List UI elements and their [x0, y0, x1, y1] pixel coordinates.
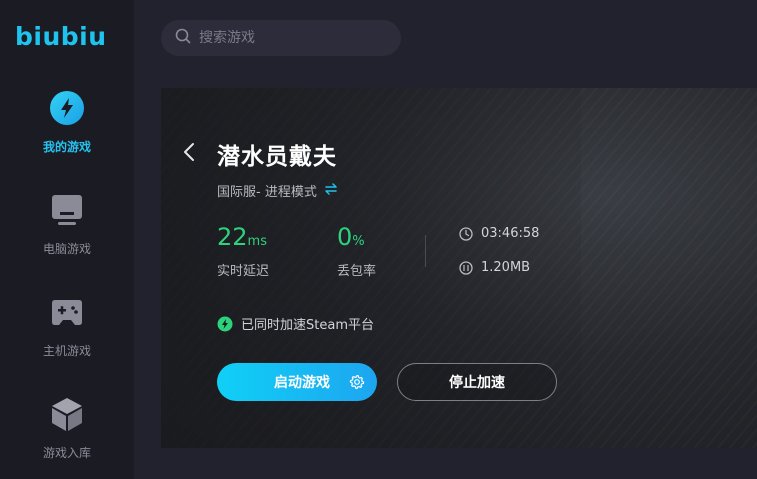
- server-mode-label: 国际服- 进程模式: [217, 185, 317, 200]
- sidebar-item-console-games[interactable]: 主机游戏: [0, 294, 134, 374]
- traffic-icon: [459, 260, 473, 275]
- start-game-button[interactable]: 启动游戏: [217, 363, 377, 401]
- search-icon: [175, 28, 191, 48]
- stop-boost-button[interactable]: 停止加速: [397, 363, 557, 401]
- monitor-icon: [49, 192, 85, 228]
- clock-icon: [459, 226, 473, 241]
- cube-icon: [49, 396, 85, 432]
- sidebar: biubiu 我的游戏 电脑游戏 主机游戏 游戏入库: [0, 0, 134, 479]
- sidebar-item-game-library[interactable]: 游戏入库: [0, 396, 134, 476]
- steam-notice: 已同时加速Steam平台: [217, 314, 374, 333]
- sidebar-item-my-games[interactable]: 我的游戏: [0, 90, 134, 170]
- lightning-icon: [49, 90, 85, 126]
- back-icon[interactable]: [179, 140, 199, 164]
- traffic-row: 1.20MB: [459, 260, 530, 275]
- game-card: 潜水员戴夫 国际服- 进程模式 22ms 实时延迟 0% 丢包率 03:46:5…: [161, 88, 757, 448]
- packet-loss-value: 0%: [337, 223, 365, 251]
- app-logo[interactable]: biubiu: [15, 22, 107, 51]
- latency-label: 实时延迟: [217, 264, 270, 279]
- stop-boost-label: 停止加速: [449, 375, 505, 391]
- game-title: 潜水员戴夫: [217, 144, 337, 170]
- traffic-value: 1.20MB: [481, 260, 531, 275]
- latency-value: 22ms: [217, 223, 267, 251]
- steam-notice-text: 已同时加速Steam平台: [241, 318, 374, 333]
- duration-value: 03:46:58: [481, 226, 540, 241]
- sidebar-item-label: 主机游戏: [42, 344, 91, 358]
- start-game-label: 启动游戏: [274, 375, 330, 391]
- search-input[interactable]: [199, 30, 389, 46]
- stats-divider: [425, 235, 426, 267]
- server-mode: 国际服- 进程模式: [217, 181, 338, 200]
- gamepad-icon: [49, 294, 85, 330]
- search-bar[interactable]: [161, 20, 401, 56]
- packet-loss-label: 丢包率: [337, 264, 377, 279]
- sidebar-item-label: 电脑游戏: [42, 242, 91, 256]
- duration-row: 03:46:58: [459, 226, 539, 241]
- sidebar-item-label: 我的游戏: [42, 140, 91, 154]
- switch-server-icon[interactable]: [324, 182, 338, 199]
- sidebar-item-label: 游戏入库: [42, 446, 91, 460]
- boost-icon: [217, 316, 233, 331]
- gear-icon[interactable]: [349, 374, 365, 394]
- sidebar-item-pc-games[interactable]: 电脑游戏: [0, 192, 134, 272]
